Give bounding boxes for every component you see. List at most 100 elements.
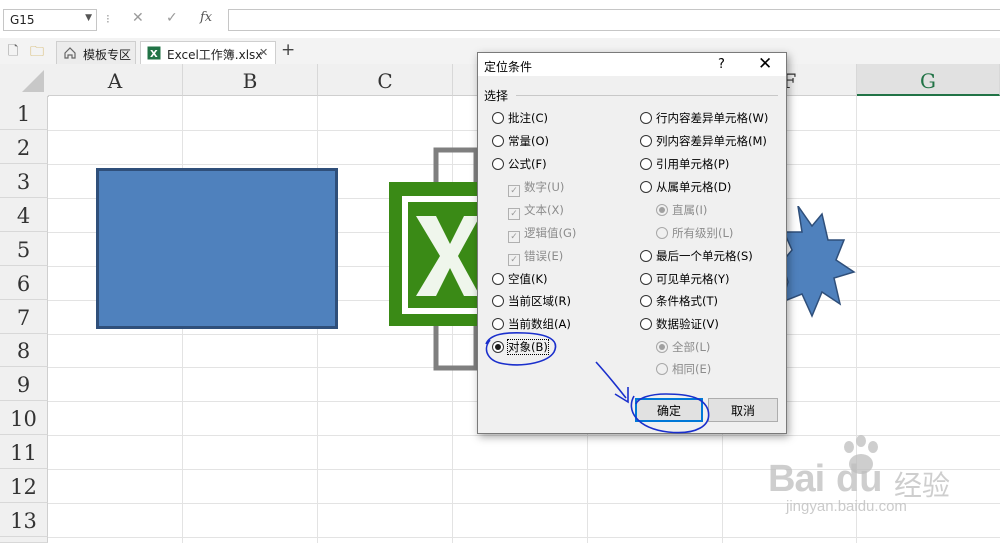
option-text: ✓ 文本(X): [508, 202, 564, 220]
tab-label: 模板专区: [83, 48, 132, 62]
checkbox-icon: ✓: [508, 231, 520, 243]
svg-text:X: X: [150, 49, 158, 60]
watermark-brand-2: du: [836, 458, 883, 500]
option-row-differences[interactable]: 行内容差异单元格(W): [640, 110, 768, 126]
option-label: 数字(U): [524, 180, 565, 194]
row-header-7[interactable]: 7: [0, 300, 48, 334]
row-header-5[interactable]: 5: [0, 232, 48, 266]
help-icon[interactable]: ?: [718, 57, 725, 72]
option-label: 最后一个单元格(S): [656, 249, 753, 263]
enter-icon[interactable]: ✓: [166, 10, 178, 26]
ok-button[interactable]: 确定: [635, 398, 703, 422]
row-header-1[interactable]: 1: [0, 96, 48, 130]
column-header-c[interactable]: C: [318, 64, 453, 96]
tab-template-zone[interactable]: 模板专区: [56, 41, 136, 64]
option-label: 条件格式(T): [656, 294, 718, 308]
option-label: 文本(X): [524, 203, 564, 217]
column-header-g[interactable]: G: [857, 64, 1000, 96]
row-header-4[interactable]: 4: [0, 198, 48, 232]
checkbox-icon: ✓: [508, 185, 520, 197]
option-label: 引用单元格(P): [656, 157, 730, 171]
chevron-down-icon[interactable]: ▼: [85, 13, 92, 23]
close-icon[interactable]: ✕: [758, 54, 772, 74]
checkbox-icon: ✓: [508, 208, 520, 220]
radio-icon: [492, 273, 504, 285]
radio-selected-icon: [492, 341, 504, 353]
option-data-validation[interactable]: 数据验证(V): [640, 316, 719, 332]
option-label: 列内容差异单元格(M): [656, 134, 767, 148]
option-logicals: ✓ 逻辑值(G): [508, 225, 576, 243]
row-header-11[interactable]: 11: [0, 435, 48, 469]
radio-icon: [640, 250, 652, 262]
option-label: 空值(K): [508, 272, 548, 286]
insert-function-icon[interactable]: fx: [200, 10, 212, 25]
option-precedents[interactable]: 引用单元格(P): [640, 156, 729, 172]
radio-icon: [492, 318, 504, 330]
option-all-levels: 所有级别(L): [656, 225, 733, 241]
excel-file-icon: X: [147, 46, 161, 60]
group-divider: [516, 95, 778, 96]
radio-icon: [492, 158, 504, 170]
cancel-icon[interactable]: ✕: [132, 10, 144, 26]
row-header-6[interactable]: 6: [0, 266, 48, 300]
option-current-region[interactable]: 当前区域(R): [492, 293, 571, 309]
option-dependents[interactable]: 从属单元格(D): [640, 179, 731, 195]
formula-input[interactable]: [228, 9, 1000, 31]
option-label: 对象(B): [507, 339, 549, 355]
excel-logo-image[interactable]: [388, 146, 480, 372]
gridline: [48, 537, 1000, 538]
radio-icon: [640, 295, 652, 307]
row-header-12[interactable]: 12: [0, 469, 48, 503]
tab-label: Excel工作簿.xlsx: [167, 48, 263, 62]
option-label: 当前数组(A): [508, 317, 571, 331]
option-column-differences[interactable]: 列内容差异单元格(M): [640, 133, 767, 149]
row-header-8[interactable]: 8: [0, 334, 48, 367]
radio-selected-icon: [656, 204, 668, 216]
radio-icon: [640, 318, 652, 330]
option-conditional-formats[interactable]: 条件格式(T): [640, 293, 718, 309]
name-box-value: G15: [10, 13, 35, 27]
radio-icon: [492, 135, 504, 147]
option-comments[interactable]: 批注(C): [492, 110, 548, 126]
row-header-10[interactable]: 10: [0, 401, 48, 435]
row-header-3[interactable]: 3: [0, 164, 48, 198]
option-constants[interactable]: 常量(O): [492, 133, 549, 149]
rectangle-shape[interactable]: [96, 168, 338, 329]
column-header-b[interactable]: B: [183, 64, 318, 96]
watermark-url: jingyan.baidu.com: [786, 498, 907, 515]
dialog-titlebar[interactable]: 定位条件 ? ✕: [478, 53, 786, 76]
option-formulas[interactable]: 公式(F): [492, 156, 547, 172]
option-current-array[interactable]: 当前数组(A): [492, 316, 571, 332]
radio-icon: [640, 273, 652, 285]
row-header-9[interactable]: 9: [0, 367, 48, 401]
row-header-13[interactable]: 13: [0, 503, 48, 537]
new-file-icon[interactable]: 🗋: [8, 42, 18, 64]
option-numbers: ✓ 数字(U): [508, 179, 565, 197]
add-tab-icon[interactable]: +: [281, 40, 295, 60]
option-label: 直属(I): [672, 203, 708, 217]
close-icon[interactable]: ✕: [259, 46, 268, 59]
open-folder-icon[interactable]: 🗀: [30, 41, 44, 65]
radio-icon: [640, 112, 652, 124]
row-header-14[interactable]: [0, 537, 48, 543]
column-header-a[interactable]: A: [48, 64, 183, 96]
option-label: 错误(E): [524, 249, 564, 263]
option-label: 批注(C): [508, 111, 549, 125]
grip-icon: ⁝: [106, 12, 110, 26]
radio-selected-icon: [656, 341, 668, 353]
option-blanks[interactable]: 空值(K): [492, 271, 548, 287]
option-last-cell[interactable]: 最后一个单元格(S): [640, 248, 753, 264]
cancel-button[interactable]: 取消: [708, 398, 778, 422]
watermark-brand: Bai: [768, 458, 825, 500]
radio-icon: [656, 227, 668, 239]
row-header-2[interactable]: 2: [0, 130, 48, 164]
star-burst-shape[interactable]: [782, 206, 856, 318]
name-box[interactable]: G15 ▼: [3, 9, 97, 31]
option-visible-cells[interactable]: 可见单元格(Y): [640, 271, 730, 287]
checkbox-icon: ✓: [508, 254, 520, 266]
option-objects[interactable]: 对象(B): [492, 339, 549, 355]
option-label: 所有级别(L): [672, 226, 734, 240]
option-label: 全部(L): [672, 340, 711, 354]
tab-workbook[interactable]: X Excel工作簿.xlsx ✕: [140, 41, 276, 64]
select-all-corner[interactable]: [0, 64, 49, 97]
